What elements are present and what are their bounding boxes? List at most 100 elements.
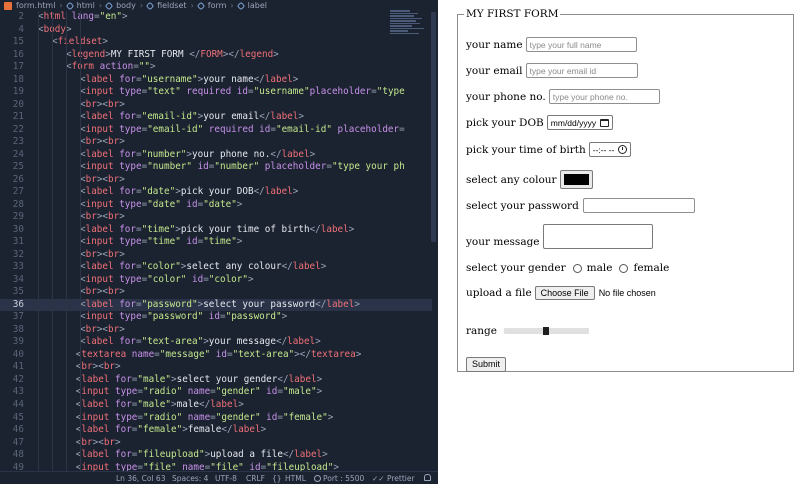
code-line[interactable]: 28 <input type="date" id="date">: [0, 199, 432, 212]
choose-file-button[interactable]: Choose File: [534, 286, 595, 300]
line-number: 28: [12, 198, 24, 210]
male-label[interactable]: male: [587, 262, 613, 274]
code-line[interactable]: 37 <input type="password" id="password">: [0, 311, 432, 324]
code-line[interactable]: 47 <br><br>: [0, 437, 432, 450]
time-input[interactable]: --:-- --: [588, 142, 632, 157]
code-line[interactable]: 45 <input type="radio" name="gender" id="…: [0, 412, 432, 425]
code-line[interactable]: 24 <label for="number">your phone no.</la…: [0, 149, 432, 162]
code-line[interactable]: 27 <label for="date">pick your DOB</label…: [0, 186, 432, 199]
code-token: type: [119, 86, 142, 98]
range-slider[interactable]: [503, 327, 589, 335]
code-area[interactable]: 2<html lang="en">4<body>15<fieldset>16<l…: [0, 11, 432, 471]
female-radio[interactable]: [619, 263, 629, 273]
female-label[interactable]: female: [633, 262, 669, 274]
code-token: >: [322, 449, 328, 461]
code-editor[interactable]: form.html › html › body › fieldset › for…: [0, 0, 438, 484]
code-line[interactable]: 32 <br><br>: [0, 249, 432, 262]
code-line[interactable]: 42 <label for="male">select your gender</…: [0, 374, 432, 387]
code-line[interactable]: 17 <form action="">: [0, 61, 432, 74]
message-textarea[interactable]: [542, 224, 653, 249]
code-token: for: [119, 298, 136, 310]
code-token: html: [43, 11, 72, 22]
code-token: </: [199, 398, 211, 410]
breadcrumb-item[interactable]: label: [248, 1, 267, 10]
code-token: type: [119, 198, 142, 210]
code-line[interactable]: 19 <input type="text" required id="userna…: [0, 86, 432, 99]
code-line[interactable]: 36 <label for="password">select your pass…: [0, 298, 432, 312]
prettier-status[interactable]: ✓✓ Prettier: [372, 474, 415, 483]
code-token: =: [399, 123, 405, 135]
code-line[interactable]: 46 <label for="female">female</label>: [0, 424, 432, 437]
code-line[interactable]: 34 <input type="color" id="color">: [0, 274, 432, 287]
chevron-right-icon: ›: [98, 1, 103, 10]
breadcrumb-item[interactable]: form: [208, 1, 227, 10]
code-line[interactable]: 30 <label for="time">pick your time of bi…: [0, 224, 432, 237]
code-line[interactable]: 25 <input type="number" id="number" place…: [0, 161, 432, 174]
code-line[interactable]: 2 <html lang="en">: [0, 11, 432, 24]
minimap-line: [390, 12, 418, 14]
code-line[interactable]: 40 <textarea name="message" id="text-area…: [0, 349, 432, 362]
clock-icon[interactable]: [618, 145, 628, 154]
code-token: br: [85, 211, 97, 223]
code-token: </: [282, 449, 295, 461]
code-line[interactable]: 20 <br><br>: [0, 99, 432, 112]
minimap-line: [390, 22, 420, 24]
code-line[interactable]: 49 <input type="file" name="file" id="fil…: [0, 462, 432, 471]
code-token: br: [81, 361, 93, 373]
code-line[interactable]: 41 <br><br>: [0, 361, 432, 374]
code-text: <br><br>: [24, 99, 125, 112]
code-line[interactable]: 29 <br><br>: [0, 211, 432, 224]
code-token: >: [354, 298, 360, 310]
code-line[interactable]: 16 <legend>MY FIRST FORM </FORM></legend>: [0, 49, 432, 62]
breadcrumb-item[interactable]: fieldset: [157, 1, 187, 10]
code-line[interactable]: 48 <label for="fileupload">upload a file<…: [0, 449, 432, 462]
breadcrumb-item[interactable]: body: [116, 1, 136, 10]
code-line[interactable]: 22 <input type="email-id" required id="em…: [0, 124, 432, 137]
code-line[interactable]: 38 <br><br>: [0, 324, 432, 337]
dob-date-input[interactable]: mm/dd/yyyy: [546, 115, 614, 130]
line-number: 46: [12, 424, 24, 436]
code-token: >: [119, 136, 125, 148]
code-line[interactable]: 26 <br><br>: [0, 174, 432, 187]
end-of-line[interactable]: CRLF: [246, 474, 265, 483]
email-input[interactable]: [525, 63, 638, 78]
scrollbar-thumb[interactable]: [431, 12, 436, 242]
breadcrumb-item[interactable]: form.html: [16, 1, 55, 10]
language-mode[interactable]: HTML: [285, 474, 306, 483]
minimap-line: [390, 25, 412, 27]
name-input[interactable]: [525, 37, 637, 52]
code-line[interactable]: 43 <input type="radio" name="gender" id="…: [0, 386, 432, 399]
cursor-position[interactable]: Ln 36, Col 63: [116, 474, 165, 483]
code-line[interactable]: 31 <input type="time" id="time">: [0, 236, 432, 249]
code-token: label: [270, 111, 299, 123]
code-token: >: [102, 36, 108, 48]
code-token: label: [85, 73, 120, 85]
phone-input[interactable]: [548, 89, 660, 104]
notifications-bell-icon[interactable]: [424, 474, 431, 483]
live-server[interactable]: Port : 5500: [314, 474, 364, 483]
password-input[interactable]: [582, 198, 695, 213]
line-number: 31: [12, 236, 24, 248]
code-line[interactable]: 39 <label for="text-area">your message</l…: [0, 336, 432, 349]
code-line[interactable]: 35 <br><br>: [0, 286, 432, 299]
encoding[interactable]: UTF-8: [215, 474, 237, 483]
code-line[interactable]: 21 <label for="email-id">your email</labe…: [0, 111, 432, 124]
indentation[interactable]: Spaces: 4: [172, 474, 208, 483]
submit-button[interactable]: Submit: [466, 357, 507, 372]
code-line[interactable]: 33 <label for="color">select any colour</…: [0, 261, 432, 274]
code-line[interactable]: 23 <br><br>: [0, 136, 432, 149]
code-text: <label for="fileupload">upload a file</l…: [24, 449, 328, 462]
male-radio[interactable]: [572, 263, 582, 273]
code-line[interactable]: 4 <body>: [0, 24, 432, 37]
minimap[interactable]: [390, 10, 426, 50]
code-line[interactable]: 44 <label for="male">male</label>: [0, 399, 432, 412]
line-number: 39: [12, 336, 24, 348]
code-line[interactable]: 18 <label for="username">your name</label…: [0, 74, 432, 87]
calendar-icon[interactable]: [600, 118, 610, 127]
code-line[interactable]: 15<fieldset>: [0, 36, 432, 49]
breadcrumb-item[interactable]: html: [77, 1, 95, 10]
code-token: "male": [137, 398, 171, 410]
code-token: </: [281, 261, 293, 273]
range-thumb[interactable]: [543, 327, 550, 335]
colour-picker[interactable]: [559, 170, 593, 189]
